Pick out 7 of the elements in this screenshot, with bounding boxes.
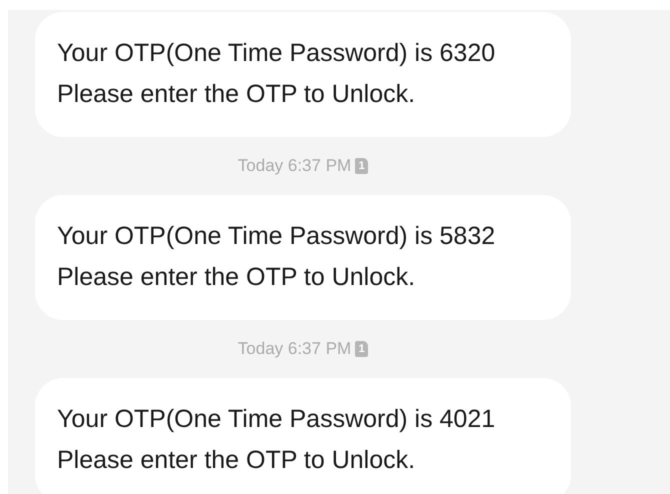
- message-time: Today 6:37 PM: [238, 339, 352, 359]
- message-bubble: Your OTP(One Time Password) is 6320 Please enter the OTP to Unlock.: [35, 12, 571, 137]
- message-time: Today 6:37 PM: [238, 156, 352, 176]
- sim-icon: 1: [355, 158, 368, 174]
- message-bubble: Your OTP(One Time Password) is 5832 Please enter the OTP to Unlock.: [35, 195, 571, 320]
- sim-icon: 1: [355, 341, 368, 357]
- message-bubble: Your OTP(One Time Password) is 4021 Please enter the OTP to Unlock.: [35, 378, 571, 494]
